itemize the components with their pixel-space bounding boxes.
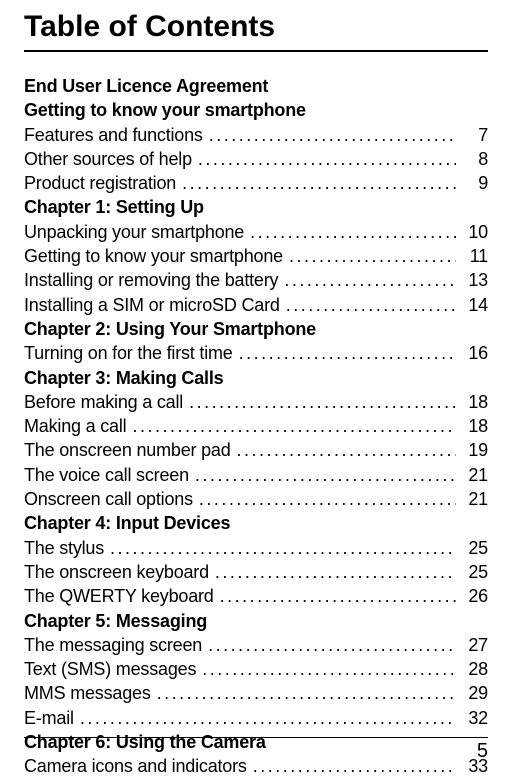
- toc-leader: [195, 463, 456, 487]
- title-divider: [24, 50, 488, 52]
- section-ch2: Chapter 2: Using Your Smartphone: [24, 317, 488, 341]
- toc-entry: Installing or removing the battery 13: [24, 268, 488, 292]
- toc-leader: [80, 706, 456, 730]
- toc-entry: The messaging screen 27: [24, 633, 488, 657]
- page-number: 5: [24, 740, 488, 763]
- toc-entry: The QWERTY keyboard 26: [24, 584, 488, 608]
- toc-page: 28: [462, 657, 488, 681]
- toc-page: 11: [462, 244, 488, 268]
- toc-entry: Other sources of help 8: [24, 147, 488, 171]
- toc-label: E-mail: [24, 706, 74, 730]
- section-ch1: Chapter 1: Setting Up: [24, 195, 488, 219]
- toc-entry: Onscreen call options 21: [24, 487, 488, 511]
- toc-page: 21: [462, 463, 488, 487]
- toc-leader: [110, 536, 456, 560]
- toc-entry: Features and functions 7: [24, 123, 488, 147]
- toc-page: 16: [462, 341, 488, 365]
- toc-label: Text (SMS) messages: [24, 657, 196, 681]
- toc-page: 7: [462, 123, 488, 147]
- toc-page: 8: [462, 147, 488, 171]
- section-ch4: Chapter 4: Input Devices: [24, 511, 488, 535]
- toc-entry: Text (SMS) messages 28: [24, 657, 488, 681]
- page-title: Table of Contents: [24, 10, 488, 44]
- toc-entry: The stylus 25: [24, 536, 488, 560]
- toc-label: Getting to know your smartphone: [24, 244, 283, 268]
- toc-label: Other sources of help: [24, 147, 192, 171]
- toc-leader: [250, 220, 456, 244]
- toc-page: 26: [462, 584, 488, 608]
- toc-leader: [208, 633, 456, 657]
- toc-leader: [132, 414, 456, 438]
- toc-label: Features and functions: [24, 123, 203, 147]
- toc-page: 25: [462, 560, 488, 584]
- toc-leader: [157, 681, 456, 705]
- toc-label: The voice call screen: [24, 463, 189, 487]
- toc-leader: [239, 341, 456, 365]
- toc-label: Before making a call: [24, 390, 183, 414]
- toc-label: The QWERTY keyboard: [24, 584, 214, 608]
- toc-label: Turning on for the first time: [24, 341, 233, 365]
- toc-leader: [199, 487, 456, 511]
- footer-divider: [24, 737, 488, 738]
- toc-leader: [215, 560, 456, 584]
- toc-label: Making a call: [24, 414, 126, 438]
- toc-page: 18: [462, 390, 488, 414]
- toc-entry: Making a call 18: [24, 414, 488, 438]
- toc-entry: Installing a SIM or microSD Card 14: [24, 293, 488, 317]
- toc-leader: [198, 147, 456, 171]
- toc-entry: Getting to know your smartphone 11: [24, 244, 488, 268]
- toc-page: 29: [462, 681, 488, 705]
- toc-page: 10: [462, 220, 488, 244]
- toc-leader: [286, 293, 456, 317]
- toc-entry: E-mail 32: [24, 706, 488, 730]
- toc-leader: [289, 244, 456, 268]
- toc-entry: Unpacking your smartphone 10: [24, 220, 488, 244]
- toc-page: 9: [462, 171, 488, 195]
- toc-entry: The onscreen keyboard 25: [24, 560, 488, 584]
- toc-label: Installing a SIM or microSD Card: [24, 293, 280, 317]
- toc-entry: The onscreen number pad 19: [24, 438, 488, 462]
- section-ch5: Chapter 5: Messaging: [24, 609, 488, 633]
- toc-entry: Turning on for the first time 16: [24, 341, 488, 365]
- toc-page: 18: [462, 414, 488, 438]
- toc-label: MMS messages: [24, 681, 151, 705]
- toc-label: Onscreen call options: [24, 487, 193, 511]
- toc-page: 27: [462, 633, 488, 657]
- toc-page: 21: [462, 487, 488, 511]
- toc-label: Unpacking your smartphone: [24, 220, 244, 244]
- toc-page: 32: [462, 706, 488, 730]
- toc-entry: MMS messages 29: [24, 681, 488, 705]
- toc-entry: Product registration 9: [24, 171, 488, 195]
- toc-page: 13: [462, 268, 488, 292]
- toc-page: 19: [462, 438, 488, 462]
- section-intro: Getting to know your smartphone: [24, 98, 488, 122]
- toc-leader: [220, 584, 456, 608]
- toc-page: 25: [462, 536, 488, 560]
- toc-label: The stylus: [24, 536, 104, 560]
- toc-leader: [202, 657, 456, 681]
- toc-leader: [209, 123, 456, 147]
- toc-leader: [182, 171, 456, 195]
- toc-label: The onscreen keyboard: [24, 560, 209, 584]
- section-ch3: Chapter 3: Making Calls: [24, 366, 488, 390]
- toc-label: The onscreen number pad: [24, 438, 231, 462]
- toc-label: The messaging screen: [24, 633, 202, 657]
- toc-leader: [189, 390, 456, 414]
- toc-page: 14: [462, 293, 488, 317]
- page-footer: 5: [24, 737, 488, 763]
- toc-entry: The voice call screen 21: [24, 463, 488, 487]
- toc-entry: Before making a call 18: [24, 390, 488, 414]
- toc-label: Product registration: [24, 171, 176, 195]
- toc-leader: [237, 438, 456, 462]
- toc-label: Installing or removing the battery: [24, 268, 278, 292]
- toc-leader: [284, 268, 456, 292]
- section-eula: End User Licence Agreement: [24, 74, 488, 98]
